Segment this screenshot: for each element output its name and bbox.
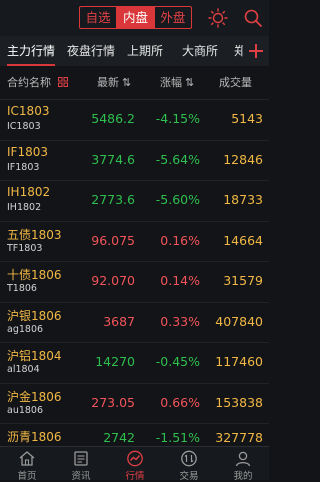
contract-code: al1804 [7,364,40,375]
contract-name: IC1803 [7,104,50,118]
tab-dce[interactable]: 大商所 [182,36,218,66]
quote-row[interactable]: 沪金1806 au1806 273.05 0.66% 153838 [0,384,269,424]
quote-row[interactable]: 沥青1806 2742 -1.51% 327778 [0,424,269,446]
change-percent: 0.14% [160,273,200,288]
tab-label: 主力行情 [7,44,56,58]
col-change[interactable]: 涨幅 ⇅ [160,66,194,100]
plus-icon [249,44,263,58]
contract-name: 沪银1806 [7,308,62,323]
segment-watchlist[interactable]: 自选 [80,7,118,28]
tab-shfe[interactable]: 上期所 [127,36,163,66]
contract-name: IH1802 [7,185,51,199]
search-icon[interactable] [243,8,263,28]
last-price: 273.05 [91,394,135,410]
sort-icon: ⇅ [122,76,132,89]
volume: 31579 [223,273,263,288]
tab-main-contracts[interactable]: 主力行情 [7,36,55,66]
volume: 153838 [215,394,263,410]
quote-row[interactable]: IC1803 IC1803 5486.2 -4.15% 5143 [0,100,269,141]
contract-code: T1806 [7,283,37,294]
col-volume[interactable]: 成交量 [219,66,252,100]
home-icon [19,451,35,466]
trade-icon [181,450,197,467]
contract-code: au1806 [7,404,44,416]
change-percent: -4.15% [155,111,200,126]
last-price: 5486.2 [91,111,135,126]
market-segment-control: 自选 内盘 外盘 [79,6,192,29]
volume: 5143 [231,111,263,126]
col-price[interactable]: 最新 ⇅ [97,66,131,100]
quote-row[interactable]: IH1802 IH1802 2773.6 -5.60% 18733 [0,181,269,222]
top-bar: 自选 内盘 外盘 [0,0,269,36]
change-percent: 0.33% [160,313,200,329]
change-percent: -5.60% [155,192,200,207]
contract-code: ag1806 [7,323,44,335]
add-tab-button[interactable] [243,36,269,66]
volume: 18733 [223,192,263,207]
last-price: 2773.6 [91,192,135,207]
quote-row[interactable]: 沪铝1804 al1804 14270 -0.45% 117460 [0,343,269,384]
contract-code: IH1802 [7,202,42,213]
last-price: 14270 [95,354,135,369]
contract-name: IF1803 [7,144,48,159]
change-percent: -1.51% [155,430,200,445]
volume: 117460 [215,354,263,369]
contract-name: 沪金1806 [7,389,62,404]
col-name[interactable]: 合约名称 [7,66,68,100]
quote-row[interactable]: 十债1806 T1806 92.070 0.14% 31579 [0,262,269,303]
profile-icon [235,451,251,467]
volume: 14664 [223,232,263,248]
quote-row[interactable]: IF1803 IF1803 3774.6 -5.64% 12846 [0,141,269,181]
contract-name: 沪铝1804 [7,349,62,363]
quote-row[interactable]: 沪银1806 ag1806 3687 0.33% 407840 [0,303,269,343]
last-price: 96.075 [91,232,135,248]
nav-quotes[interactable]: 行情 [108,447,162,482]
change-percent: -5.64% [155,151,200,167]
last-price: 3687 [103,313,135,329]
volume: 12846 [223,151,263,167]
last-price: 2742 [103,430,135,445]
change-percent: 0.16% [160,232,200,248]
nav-home[interactable]: 首页 [0,447,54,482]
nav-profile[interactable]: 我的 [216,447,270,482]
quote-list: IC1803 IC1803 5486.2 -4.15% 5143 IF1803 … [0,100,269,446]
tab-night-session[interactable]: 夜盘行情 [67,36,115,66]
bottom-nav: 首页 资讯 行情 交易 我的 [0,446,270,482]
contract-code: IC1803 [7,121,41,132]
nav-trade[interactable]: 交易 [162,447,216,482]
segment-foreign[interactable]: 外盘 [155,7,191,28]
change-percent: -0.45% [155,354,200,369]
grid-toggle-icon[interactable] [57,77,68,87]
last-price: 92.070 [91,273,135,288]
sort-icon: ⇅ [185,76,195,89]
quote-row[interactable]: 五债1803 TF1803 96.075 0.16% 14664 [0,222,269,262]
segment-domestic[interactable]: 内盘 [117,7,155,28]
news-icon [74,451,88,466]
category-tabs: 主力行情 夜盘行情 上期所 大商所 郑 [0,36,269,66]
chart-icon [127,450,143,467]
contract-code: TF1803 [7,242,43,254]
contract-code: IF1803 [7,161,40,173]
last-price: 3774.6 [91,151,135,167]
nav-news[interactable]: 资讯 [54,447,108,482]
theme-toggle-sun-icon[interactable] [208,8,228,28]
volume: 327778 [215,430,263,445]
contract-name: 十债1806 [7,268,62,282]
contract-name: 沥青1806 [7,430,62,444]
volume: 407840 [215,313,263,329]
contract-name: 五债1803 [7,227,62,242]
change-percent: 0.66% [160,394,200,410]
column-header: 合约名称 最新 ⇅ 涨幅 ⇅ 成交量 [0,66,269,100]
